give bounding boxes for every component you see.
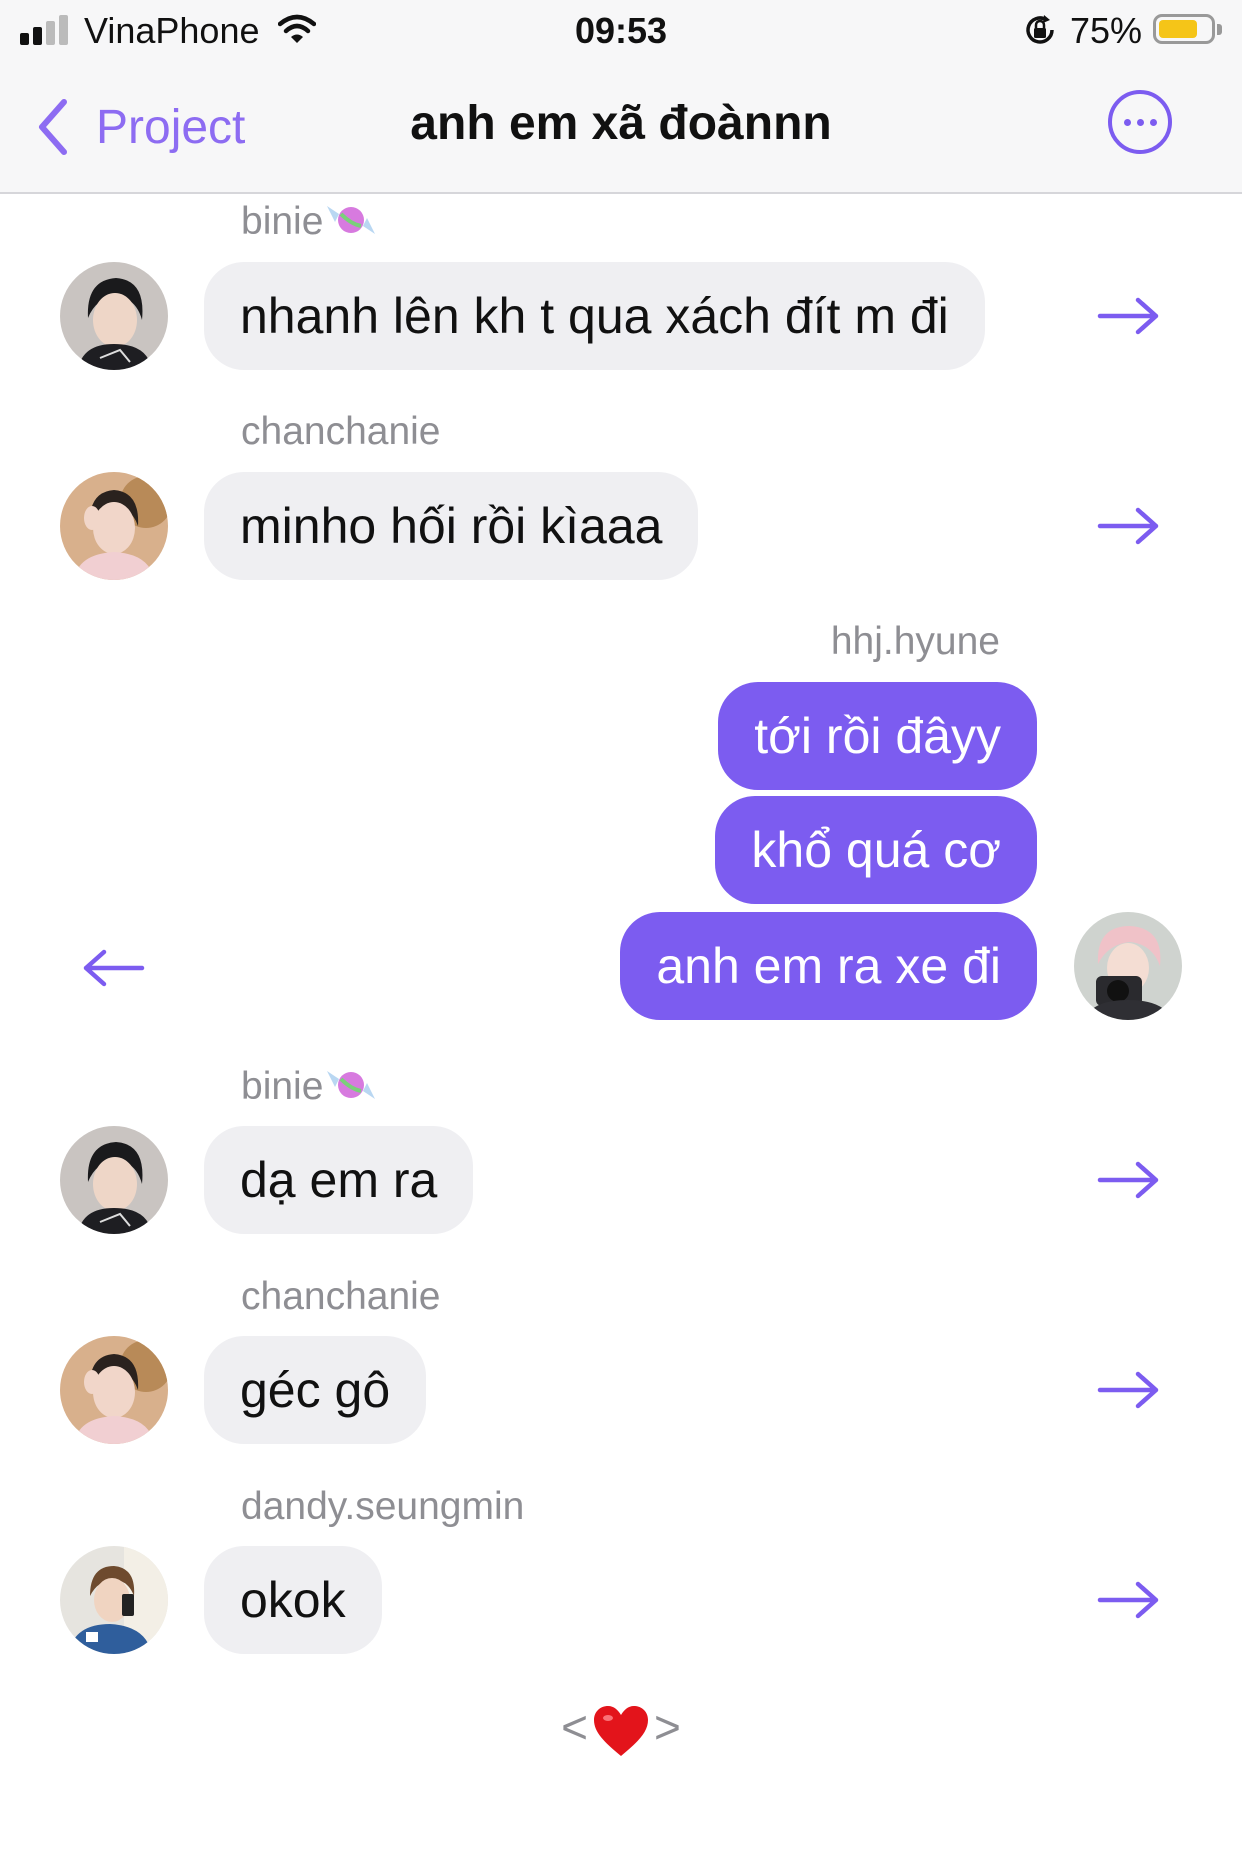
battery-cap [1217, 24, 1222, 35]
arrow-right-icon[interactable] [1096, 1160, 1162, 1200]
orientation-lock-icon [1026, 15, 1054, 44]
ellipsis-circle-icon[interactable] [1108, 90, 1172, 154]
message-bubble[interactable]: tới rồi đâyy [718, 682, 1037, 790]
message-bubble[interactable]: okok [204, 1546, 382, 1654]
arrow-right-icon[interactable] [1096, 296, 1162, 336]
sender-name: binie [241, 1065, 379, 1109]
chat-title: anh em xã đoànnn [410, 97, 832, 150]
sender-name: dandy.seungmin [241, 1485, 525, 1528]
arrow-right-icon[interactable] [1096, 1580, 1162, 1620]
arrow-right-icon[interactable] [1096, 506, 1162, 546]
avatar[interactable] [60, 262, 168, 370]
nav-bar: Project anh em xã đoànnn [0, 62, 1242, 194]
arrow-left-icon[interactable] [80, 948, 146, 988]
avatar[interactable] [60, 1336, 168, 1444]
message-bubble[interactable]: dạ em ra [204, 1126, 474, 1234]
avatar[interactable] [60, 472, 168, 580]
heart-icon [594, 1705, 648, 1756]
avatar[interactable] [60, 1546, 168, 1654]
candy-icon [327, 1071, 376, 1099]
sender-name: chanchanie [241, 410, 441, 453]
message-bubble[interactable]: khổ quá cơ [715, 796, 1037, 904]
footer-decoration: < > [0, 1700, 1242, 1758]
arrow-right-icon[interactable] [1096, 1370, 1162, 1410]
message-bubble[interactable]: nhanh lên kh t qua xách đít m đi [204, 262, 985, 370]
avatar[interactable] [60, 1126, 168, 1234]
avatar[interactable] [1074, 912, 1182, 1020]
sender-name: hhj.hyune [830, 620, 1000, 663]
battery-level [1159, 20, 1197, 38]
footer-left: < [561, 1701, 588, 1753]
message-bubble[interactable]: géc gô [204, 1336, 427, 1444]
candy-icon [327, 206, 376, 234]
battery-percent: 75% [1070, 10, 1143, 51]
sender-name: binie [241, 200, 379, 244]
message-bubble[interactable]: anh em ra xe đi [620, 912, 1037, 1020]
footer-right: > [654, 1701, 681, 1753]
battery-icon [1153, 14, 1215, 44]
message-bubble[interactable]: minho hối rồi kìaaa [204, 472, 699, 580]
status-bar: VinaPhone 09:53 75% [0, 0, 1242, 62]
sender-name: chanchanie [241, 1275, 441, 1318]
